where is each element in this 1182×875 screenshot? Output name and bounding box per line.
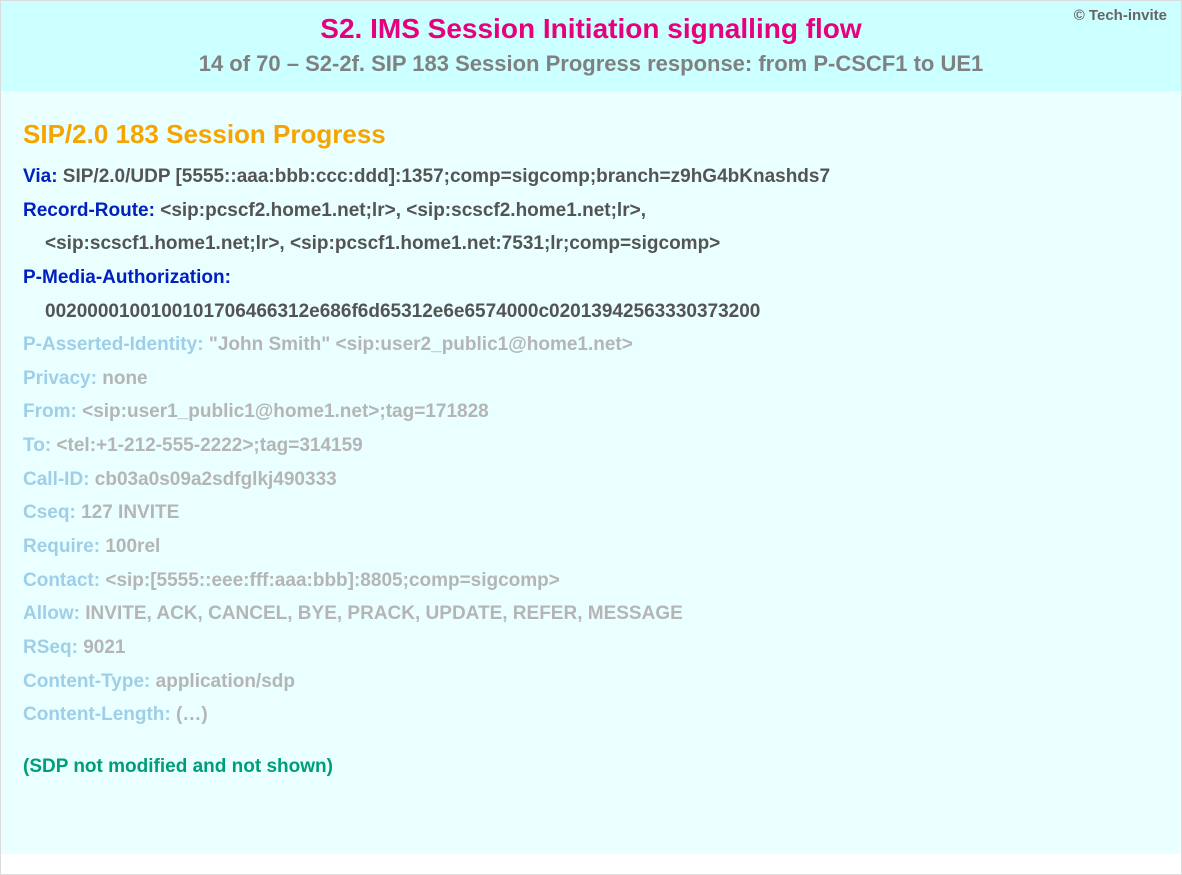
header-value: <sip:pcscf2.home1.net;lr>, <sip:scscf2.h… bbox=[160, 200, 646, 221]
header-contact: Contact: <sip:[5555::eee:fff:aaa:bbb]:88… bbox=[23, 568, 1159, 594]
header-value: <sip:[5555::eee:fff:aaa:bbb]:8805;comp=s… bbox=[105, 570, 560, 591]
header-name: Via bbox=[23, 166, 51, 187]
page-title: S2. IMS Session Initiation signalling fl… bbox=[13, 13, 1169, 45]
header-value: SIP/2.0/UDP [5555::aaa:bbb:ccc:ddd]:1357… bbox=[63, 166, 830, 187]
header-cseq: Cseq: 127 INVITE bbox=[23, 500, 1159, 526]
header-require: Require: 100rel bbox=[23, 534, 1159, 560]
header-value: 0020000100100101706466312e686f6d65312e6e… bbox=[45, 301, 760, 322]
header-name: P-Asserted-Identity bbox=[23, 334, 197, 355]
header-content-type: Content-Type: application/sdp bbox=[23, 669, 1159, 695]
header-value: <tel:+1-212-555-2222>;tag=314159 bbox=[56, 435, 362, 456]
sdp-note: (SDP not modified and not shown) bbox=[23, 756, 1159, 778]
header-name: Record-Route bbox=[23, 200, 149, 221]
header-allow: Allow: INVITE, ACK, CANCEL, BYE, PRACK, … bbox=[23, 601, 1159, 627]
header-record-route-line1: Record-Route: <sip:pcscf2.home1.net;lr>,… bbox=[23, 198, 1159, 224]
header-value: <sip:scscf1.home1.net;lr>, <sip:pcscf1.h… bbox=[45, 233, 720, 254]
header-band: © Tech-invite S2. IMS Session Initiation… bbox=[1, 1, 1181, 91]
header-rseq: RSeq: 9021 bbox=[23, 635, 1159, 661]
header-name: Call-ID bbox=[23, 469, 83, 490]
sip-status-line: SIP/2.0 183 Session Progress bbox=[23, 119, 1159, 150]
header-value: 100rel bbox=[105, 536, 160, 557]
page-subtitle: 14 of 70 – S2-2f. SIP 183 Session Progre… bbox=[13, 51, 1169, 77]
header-value: 127 INVITE bbox=[81, 502, 179, 523]
sip-message-content: SIP/2.0 183 Session Progress Via: SIP/2.… bbox=[1, 91, 1181, 854]
header-via: Via: SIP/2.0/UDP [5555::aaa:bbb:ccc:ddd]… bbox=[23, 164, 1159, 190]
header-name: To bbox=[23, 435, 45, 456]
header-value: INVITE, ACK, CANCEL, BYE, PRACK, UPDATE,… bbox=[85, 603, 683, 624]
header-value: "John Smith" <sip:user2_public1@home1.ne… bbox=[209, 334, 633, 355]
header-value: <sip:user1_public1@home1.net>;tag=171828 bbox=[82, 401, 489, 422]
header-value: (…) bbox=[176, 704, 208, 725]
header-from: From: <sip:user1_public1@home1.net>;tag=… bbox=[23, 399, 1159, 425]
header-name: Privacy bbox=[23, 368, 91, 389]
header-p-asserted-identity: P-Asserted-Identity: "John Smith" <sip:u… bbox=[23, 332, 1159, 358]
header-to: To: <tel:+1-212-555-2222>;tag=314159 bbox=[23, 433, 1159, 459]
header-value: application/sdp bbox=[156, 671, 295, 692]
header-p-media-authorization-name: P-Media-Authorization: bbox=[23, 265, 1159, 291]
header-name: Allow bbox=[23, 603, 74, 624]
header-name: Contact bbox=[23, 570, 94, 591]
header-value: none bbox=[102, 368, 147, 389]
header-call-id: Call-ID: cb03a0s09a2sdfglkj490333 bbox=[23, 467, 1159, 493]
header-p-media-authorization-value: 0020000100100101706466312e686f6d65312e6e… bbox=[23, 299, 1159, 325]
header-name: RSeq bbox=[23, 637, 72, 658]
page-container: © Tech-invite S2. IMS Session Initiation… bbox=[0, 0, 1182, 875]
header-name: Content-Type bbox=[23, 671, 144, 692]
header-name: From bbox=[23, 401, 71, 422]
header-record-route-line2: <sip:scscf1.home1.net;lr>, <sip:pcscf1.h… bbox=[23, 231, 1159, 257]
copyright-text: © Tech-invite bbox=[1074, 7, 1167, 24]
header-value: 9021 bbox=[83, 637, 125, 658]
header-name: Content-Length bbox=[23, 704, 164, 725]
header-name: Require bbox=[23, 536, 94, 557]
header-content-length: Content-Length: (…) bbox=[23, 702, 1159, 728]
header-name: Cseq bbox=[23, 502, 69, 523]
header-name: P-Media-Authorization bbox=[23, 267, 225, 288]
header-value: cb03a0s09a2sdfglkj490333 bbox=[95, 469, 337, 490]
header-privacy: Privacy: none bbox=[23, 366, 1159, 392]
